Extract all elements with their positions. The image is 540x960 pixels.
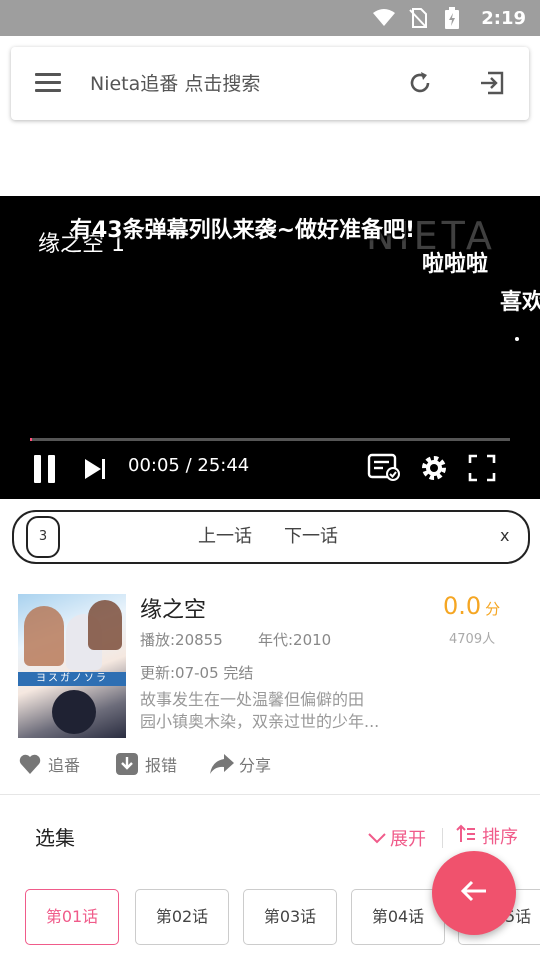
divider [0, 794, 540, 795]
description-line: 故事发生在一处温馨但偏僻的田 [140, 690, 365, 709]
danmaku-comment: 啦啦啦 [422, 252, 489, 277]
sort-button[interactable]: 排序 [456, 823, 518, 849]
back-arrow-icon [459, 876, 489, 910]
gear-icon[interactable] [419, 453, 449, 483]
expand-button[interactable]: 展开 [368, 825, 426, 851]
danmaku-dot [515, 337, 519, 341]
episodes-section-title: 选集 [35, 826, 75, 850]
danmaku-settings-icon[interactable] [367, 452, 401, 482]
search-input[interactable]: Nieta追番 点击搜索 [90, 69, 260, 96]
anime-cover[interactable]: ヨスガノソラ [18, 594, 126, 738]
prev-episode-button[interactable]: 上一话 [198, 522, 252, 548]
progress-fill [30, 438, 32, 441]
follow-label: 追番 [48, 756, 81, 775]
vote-count: 4709人 [449, 632, 496, 647]
score-unit: 分 [485, 600, 501, 618]
anime-title: 缘之空 [140, 598, 207, 623]
report-button[interactable]: 报错 [115, 752, 177, 776]
episode-button[interactable]: 第02话 [135, 889, 229, 945]
battery-charging-icon [441, 7, 463, 29]
episode-button[interactable]: 第04话 [351, 889, 445, 945]
cover-title: ヨスガノソラ [18, 672, 126, 686]
no-sim-icon [407, 7, 429, 29]
score-value: 0.0 [443, 592, 482, 620]
danmaku-comment: 有43条弹幕列队来袭~做好准备吧! [70, 218, 416, 243]
back-button[interactable] [432, 851, 516, 935]
search-bar[interactable]: Nieta追番 点击搜索 [11, 47, 529, 120]
pause-icon[interactable] [34, 455, 56, 483]
clock: 2:19 [481, 7, 526, 29]
chevron-down-icon [368, 828, 386, 849]
wifi-icon [373, 7, 396, 29]
share-label: 分享 [239, 756, 272, 775]
mascot-face: 3 [26, 516, 60, 558]
score: 0.0 分 [443, 592, 500, 620]
refresh-icon[interactable] [406, 69, 434, 97]
share-button[interactable]: 分享 [209, 752, 271, 776]
video-player[interactable]: 缘之空 1 NIETA 有43条弹幕列队来袭~做好准备吧! 啦啦啦 喜欢 00:… [0, 196, 540, 499]
progress-bar[interactable] [30, 438, 510, 441]
bubble-outline [12, 510, 530, 564]
anime-description[interactable]: 故事发生在一处温馨但偏僻的田 园小镇奥木染，双亲过世的少年... [140, 689, 400, 733]
action-row: 追番 报错 分享 [0, 752, 540, 782]
menu-icon[interactable] [35, 73, 61, 93]
plays-count: 播放:20855 [140, 631, 223, 649]
update-status: 更新:07-05 完结 [140, 664, 254, 682]
episode-button[interactable]: 第01话 [25, 889, 119, 945]
playback-time: 00:05 / 25:44 [128, 455, 250, 476]
fullscreen-icon[interactable] [468, 454, 496, 482]
separator [442, 828, 443, 848]
follow-button[interactable]: 追番 [18, 752, 80, 776]
danmaku-comment: 喜欢 [500, 290, 540, 315]
episode-nav-bubble: 3 上一话 下一话 x [12, 510, 530, 564]
report-label: 报错 [145, 756, 178, 775]
sort-label: 排序 [482, 827, 518, 848]
status-bar: 2:19 [0, 0, 540, 36]
exit-icon[interactable] [478, 69, 506, 97]
description-line: 园小镇奥木染，双亲过世的少年... [140, 712, 380, 731]
release-year: 年代:2010 [258, 631, 332, 649]
close-button[interactable]: x [500, 526, 509, 545]
sort-icon [456, 824, 476, 849]
heart-icon [18, 752, 42, 776]
episode-button[interactable]: 第03话 [243, 889, 337, 945]
expand-label: 展开 [390, 829, 426, 850]
next-episode-button[interactable]: 下一话 [284, 522, 338, 548]
next-episode-icon[interactable] [83, 457, 107, 481]
download-icon [115, 752, 139, 776]
share-icon [209, 752, 234, 776]
